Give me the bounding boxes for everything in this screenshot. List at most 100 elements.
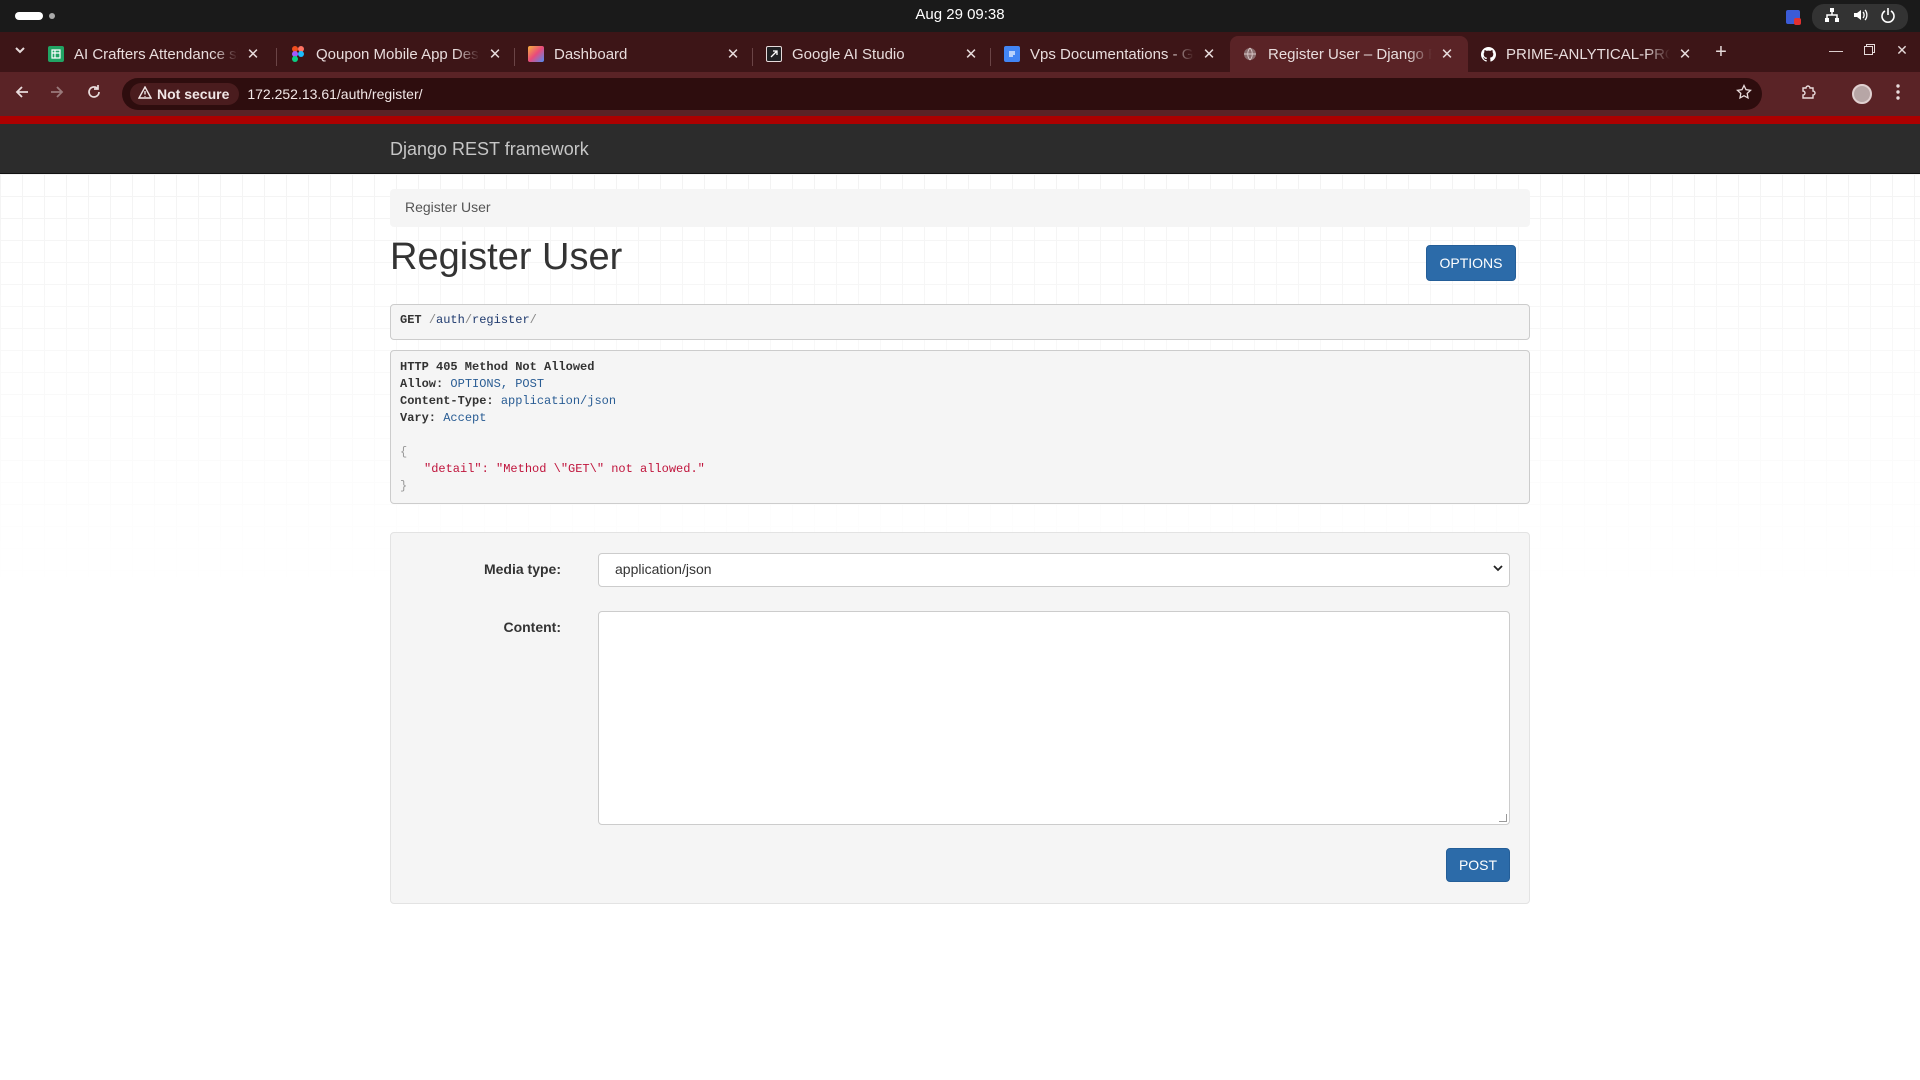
- chevron-down-icon: [14, 43, 26, 61]
- drf-navbar: Django REST framework: [0, 124, 1920, 174]
- tab-divider: [514, 48, 515, 66]
- tab-close-icon[interactable]: ✕: [486, 45, 504, 63]
- network-icon: [1824, 7, 1840, 27]
- breadcrumb: Register User: [390, 189, 1530, 227]
- puzzle-icon: [1800, 84, 1816, 105]
- close-icon: ✕: [1896, 42, 1908, 58]
- star-icon: [1736, 83, 1752, 105]
- tab-title: Register User – Django REST framework: [1268, 45, 1432, 63]
- volume-icon: [1852, 7, 1868, 27]
- ai-studio-icon: [766, 46, 782, 62]
- json-key: "detail": [424, 462, 482, 476]
- url-text[interactable]: 172.252.13.61/auth/register/: [247, 86, 422, 102]
- tab-close-icon[interactable]: ✕: [1438, 45, 1456, 63]
- security-indicator[interactable]: Not secure: [130, 83, 240, 105]
- tab-title: Vps Documentations - Google Docs: [1030, 45, 1194, 63]
- browser-tab[interactable]: AI Crafters Attendance sheet ✕: [36, 36, 274, 72]
- drf-brand-link[interactable]: Django REST framework: [390, 139, 589, 160]
- bookmark-button[interactable]: [1734, 83, 1754, 105]
- browser-tab[interactable]: Qoupon Mobile App Design ✕: [278, 36, 516, 72]
- close-window-button[interactable]: ✕: [1892, 42, 1912, 59]
- response-header-row: Vary: Accept: [400, 410, 1520, 427]
- minimize-button[interactable]: —: [1826, 42, 1846, 58]
- media-type-select[interactable]: application/json: [598, 553, 1510, 587]
- post-button[interactable]: POST: [1446, 848, 1510, 882]
- content-textarea[interactable]: [598, 611, 1510, 825]
- breadcrumb-item-active[interactable]: Register User: [405, 199, 491, 215]
- browser-tab[interactable]: Vps Documentations - Google Docs ✕: [992, 36, 1230, 72]
- warning-icon: [137, 85, 153, 102]
- options-button[interactable]: OPTIONS: [1426, 245, 1516, 281]
- tab-close-icon[interactable]: ✕: [1676, 45, 1694, 63]
- path-separator: /: [529, 313, 537, 327]
- github-icon: [1480, 46, 1496, 62]
- status-menu[interactable]: [1812, 4, 1908, 30]
- arrow-right-icon: [49, 84, 65, 105]
- plus-icon: +: [1715, 40, 1727, 63]
- chevron-down-icon: [1493, 561, 1503, 576]
- header-value: application/json: [500, 394, 617, 408]
- request-info: GET /auth/register/: [390, 304, 1530, 340]
- request-method: GET: [400, 313, 422, 327]
- response-info: HTTP 405 Method Not Allowed Allow: OPTIO…: [390, 350, 1530, 504]
- tab-close-icon[interactable]: ✕: [1200, 45, 1218, 63]
- input-method-icon[interactable]: [1784, 8, 1802, 26]
- more-vertical-icon: [1896, 83, 1900, 105]
- back-button[interactable]: [10, 82, 34, 106]
- browser-tab[interactable]: Dashboard ✕: [516, 36, 754, 72]
- browser-viewport: Django REST framework Register User Regi…: [0, 116, 1920, 1080]
- maximize-button[interactable]: [1859, 42, 1879, 58]
- header-key: Vary:: [400, 411, 437, 425]
- new-tab-button[interactable]: +: [1709, 40, 1733, 64]
- page-title: Register User: [390, 236, 623, 278]
- page-top-stripe: [0, 116, 1920, 124]
- header-key: Content-Type:: [400, 394, 494, 408]
- minimize-icon: —: [1829, 42, 1843, 58]
- response-header-row: Allow: OPTIONS, POST: [400, 376, 1520, 393]
- browser-tab-strip: AI Crafters Attendance sheet ✕ Qoupon Mo…: [0, 32, 1920, 72]
- system-tray: [1784, 4, 1908, 30]
- tab-divider: [276, 48, 277, 66]
- path-segment-link[interactable]: auth: [436, 313, 465, 327]
- browser-menu-button[interactable]: [1886, 82, 1910, 106]
- system-clock[interactable]: Aug 29 09:38: [0, 6, 1920, 23]
- raw-data-form: Media type: application/json Content: PO…: [390, 532, 1530, 904]
- path-segment-link[interactable]: register: [472, 313, 530, 327]
- tab-search-button[interactable]: [8, 40, 32, 64]
- tab-divider: [990, 48, 991, 66]
- tab-title: AI Crafters Attendance sheet: [74, 45, 238, 63]
- tab-close-icon[interactable]: ✕: [962, 45, 980, 63]
- os-top-bar: Aug 29 09:38: [0, 0, 1920, 32]
- google-sheets-icon: [48, 46, 64, 62]
- tab-title: Dashboard: [554, 45, 628, 63]
- browser-toolbar: Not secure 172.252.13.61/auth/register/: [0, 72, 1920, 116]
- forward-button[interactable]: [45, 82, 69, 106]
- response-status: HTTP 405 Method Not Allowed: [400, 360, 595, 374]
- extensions-button[interactable]: [1796, 82, 1820, 106]
- json-colon: :: [481, 462, 497, 476]
- media-type-label: Media type:: [483, 561, 561, 577]
- header-key: Allow:: [400, 377, 444, 391]
- power-icon: [1880, 7, 1896, 27]
- profile-button[interactable]: [1850, 82, 1874, 106]
- browser-tab[interactable]: Google AI Studio ✕: [754, 36, 992, 72]
- avatar: [1852, 84, 1872, 104]
- security-label: Not secure: [157, 86, 230, 102]
- tab-close-icon[interactable]: ✕: [724, 45, 742, 63]
- reload-icon: [86, 84, 102, 105]
- address-bar[interactable]: Not secure 172.252.13.61/auth/register/: [122, 78, 1762, 110]
- reload-button[interactable]: [82, 82, 106, 106]
- browser-tab[interactable]: PRIME-ANLYTICAL-PROJECT ✕: [1468, 36, 1706, 72]
- tab-divider: [752, 48, 753, 66]
- tab-title: PRIME-ANLYTICAL-PROJECT: [1506, 45, 1670, 63]
- resize-handle-icon[interactable]: [1499, 814, 1507, 822]
- browser-tab-active[interactable]: Register User – Django REST framework ✕: [1230, 36, 1468, 72]
- tab-close-icon[interactable]: ✕: [244, 45, 262, 63]
- figma-icon: [290, 46, 306, 62]
- globe-icon: [1242, 46, 1258, 62]
- json-value: "Method \"GET\" not allowed.": [496, 462, 705, 476]
- json-close-brace: }: [400, 479, 408, 493]
- dashboard-icon: [528, 46, 544, 62]
- content-label: Content:: [503, 619, 561, 635]
